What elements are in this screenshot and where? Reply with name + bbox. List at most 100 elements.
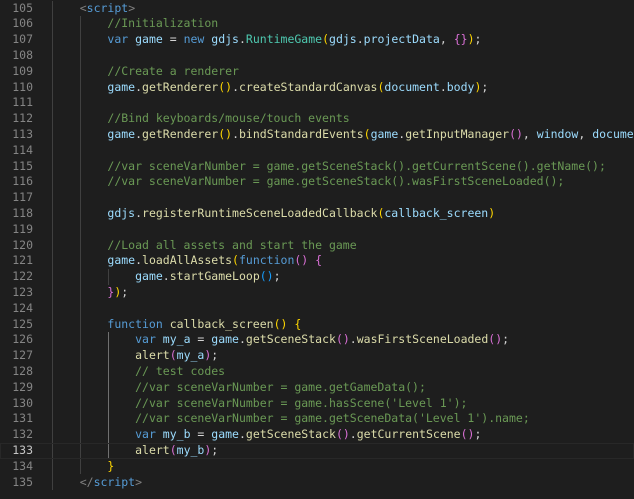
line-number: 121 [12, 253, 33, 268]
code-line[interactable]: 134 } [0, 459, 634, 475]
code-text[interactable]: alert(my_a); [52, 348, 218, 364]
code-line[interactable]: 108 [0, 48, 634, 64]
code-token: . [135, 253, 143, 268]
code-text[interactable]: // test codes [52, 364, 225, 380]
line-number: 108 [12, 47, 33, 62]
code-token: () [259, 269, 274, 284]
code-line[interactable]: 107 var game = new gdjs.RuntimeGame(gdjs… [0, 32, 634, 48]
code-text[interactable]: //Load all assets and start the game [52, 238, 356, 254]
code-token: startGameLoop [169, 269, 260, 284]
code-token: . [349, 427, 357, 442]
code-token: ; [474, 32, 482, 47]
code-line[interactable]: 116 //var sceneVarNumber = game.getScene… [0, 174, 634, 190]
code-line[interactable]: 126 var my_a = game.getSceneStack().wasF… [0, 332, 634, 348]
code-line[interactable]: 120 //Load all assets and start the game [0, 238, 634, 254]
code-token: gdjs [329, 32, 357, 47]
code-text[interactable]: } [52, 459, 114, 475]
code-line[interactable]: 114 [0, 143, 634, 159]
code-line[interactable]: 105 <script> [0, 1, 634, 17]
code-line[interactable]: 110 game.getRenderer().createStandardCan… [0, 80, 634, 96]
code-editor[interactable]: 105 <script> 106 //Initialization 107 var … [0, 0, 634, 499]
code-line[interactable]: 123 }); [0, 285, 634, 301]
code-text[interactable]: //var sceneVarNumber = game.hasScene('Le… [52, 396, 467, 412]
code-token: ; [273, 269, 281, 284]
code-text[interactable]: alert(my_b); [52, 443, 218, 459]
code-token: . [232, 79, 239, 94]
code-token: getRenderer [142, 79, 219, 94]
code-token: //Create a renderer [107, 63, 239, 78]
code-token: //var sceneVarNumber = game.getSceneStac… [107, 158, 606, 173]
line-number: 105 [12, 0, 33, 15]
code-token: () [218, 126, 233, 141]
code-text[interactable]: var game = new gdjs.RuntimeGame(gdjs.pro… [52, 32, 481, 48]
code-token: () [488, 332, 503, 347]
code-line[interactable]: 128 // test codes [0, 364, 634, 380]
code-text[interactable]: game.getRenderer().createStandardCanvas(… [52, 80, 488, 96]
code-token: . [349, 332, 357, 347]
code-token: game [211, 332, 239, 347]
code-token: = [190, 332, 212, 347]
code-token: () [509, 126, 523, 141]
code-token: alert [135, 348, 170, 363]
code-token: getSceneStack [245, 427, 336, 442]
code-line[interactable]: 133 alert(my_b); [0, 443, 634, 459]
code-text[interactable]: //Initialization [52, 16, 218, 32]
code-text[interactable]: //var sceneVarNumber = game.getSceneStac… [52, 159, 606, 175]
code-line[interactable]: 106 //Initialization [0, 16, 634, 32]
code-line[interactable]: 132 var my_b = game.getSceneStack().getC… [0, 427, 634, 443]
code-text[interactable]: var my_b = game.getSceneStack().getCurre… [52, 427, 481, 443]
code-text[interactable]: </script> [52, 475, 142, 491]
code-token: game [107, 79, 136, 94]
code-token: > [135, 474, 143, 489]
code-token: {} [453, 32, 468, 47]
code-text[interactable]: game.getRenderer().bindStandardEvents(ga… [52, 127, 634, 143]
code-token: script [86, 0, 129, 15]
code-line[interactable]: 124 [0, 301, 634, 317]
code-line[interactable]: 135 </script> [0, 475, 634, 491]
code-text[interactable]: game.startGameLoop(); [52, 269, 281, 285]
code-text[interactable]: //Bind keyboards/mouse/touch events [52, 111, 350, 127]
code-token: () [273, 316, 288, 331]
code-token: function [238, 253, 295, 268]
line-number: 109 [12, 63, 33, 78]
code-line[interactable]: 121 game.loadAllAssets(function() { [0, 253, 634, 269]
code-line[interactable]: 119 [0, 222, 634, 238]
code-token: loadAllAssets [142, 253, 233, 268]
code-line[interactable]: 127 alert(my_a); [0, 348, 634, 364]
code-text[interactable]: //var sceneVarNumber = game.getSceneData… [52, 411, 530, 427]
code-token: , [522, 126, 537, 141]
code-token: ( [232, 253, 239, 268]
code-token: getCurrentScene [356, 427, 461, 442]
code-token: //var sceneVarNumber = game.getSceneData… [135, 411, 530, 426]
code-token: . [439, 79, 447, 94]
code-line[interactable]: 131 //var sceneVarNumber = game.getScene… [0, 411, 634, 427]
code-line[interactable]: 118 gdjs.registerRuntimeSceneLoadedCallb… [0, 206, 634, 222]
code-line[interactable]: 109 //Create a renderer [0, 64, 634, 80]
code-token: //Bind keyboards/mouse/touch events [107, 111, 350, 126]
code-line[interactable]: 129 //var sceneVarNumber = game.getGameD… [0, 380, 634, 396]
code-line[interactable]: 122 game.startGameLoop(); [0, 269, 634, 285]
code-text[interactable]: //var sceneVarNumber = game.getGameData(… [52, 380, 426, 396]
code-text[interactable]: //var sceneVarNumber = game.getSceneStac… [52, 174, 564, 190]
code-line[interactable]: 112 //Bind keyboards/mouse/touch events [0, 111, 634, 127]
code-line[interactable]: 125 function callback_screen() { [0, 317, 634, 333]
code-line[interactable]: 113 game.getRenderer().bindStandardEvent… [0, 127, 634, 143]
code-text[interactable]: //Create a renderer [52, 64, 239, 80]
code-text[interactable]: <script> [52, 1, 135, 17]
code-line[interactable]: 111 [0, 95, 634, 111]
code-line[interactable]: 130 //var sceneVarNumber = game.hasScene… [0, 396, 634, 412]
code-text[interactable]: var my_a = game.getSceneStack().wasFirst… [52, 332, 509, 348]
code-text[interactable]: gdjs.registerRuntimeSceneLoadedCallback(… [52, 206, 495, 222]
code-text[interactable]: game.loadAllAssets(function() { [52, 253, 322, 269]
code-text[interactable]: function callback_screen() { [52, 317, 301, 333]
code-line[interactable]: 115 //var sceneVarNumber = game.getScene… [0, 159, 634, 175]
code-line[interactable]: 117 [0, 190, 634, 206]
line-number: 124 [12, 300, 33, 315]
code-text[interactable]: }); [52, 285, 128, 301]
